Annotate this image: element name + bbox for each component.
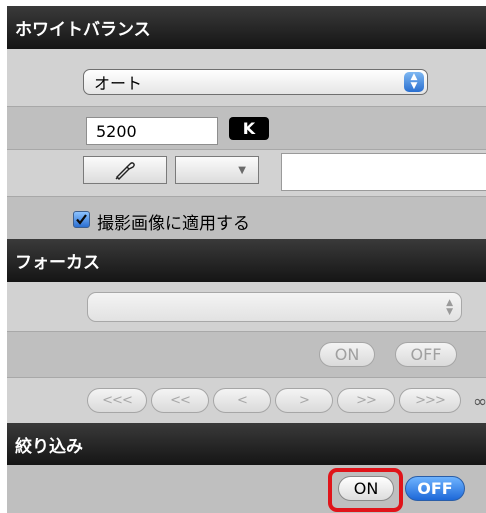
wb-mode-select[interactable]: オート ▲ ▼ — [83, 69, 428, 95]
kelvin-unit-label: K — [242, 119, 256, 138]
eyedropper-icon — [115, 162, 135, 180]
narrow-title: 絞り込み — [15, 436, 83, 457]
focus-off-button[interactable]: OFF — [395, 342, 457, 367]
focus-on-button[interactable]: ON — [319, 342, 375, 367]
focus-off-label: OFF — [410, 345, 442, 364]
kelvin-unit-badge: K — [229, 117, 269, 140]
wb-mode-value: オート — [94, 74, 143, 93]
select-stepper-icon: ▲ ▼ — [404, 72, 424, 92]
white-balance-title: ホワイトバランス — [15, 20, 151, 40]
apply-checkbox[interactable] — [73, 211, 90, 228]
infinity-icon: ∞ — [473, 392, 486, 412]
narrow-off-label: OFF — [417, 479, 453, 498]
apply-label: 撮影画像に適用する — [97, 214, 250, 234]
nav-label: >>> — [415, 393, 446, 408]
white-balance-header: ホワイトバランス — [7, 6, 486, 49]
eyedropper-button[interactable] — [83, 156, 167, 184]
focus-header: フォーカス — [7, 239, 486, 282]
wb-preset-dropdown[interactable]: ▼ — [175, 156, 259, 184]
kelvin-value: 5200 — [96, 121, 137, 141]
focus-nav-left-button[interactable]: < — [213, 388, 271, 413]
nav-label: >> — [356, 393, 377, 408]
nav-label: <<< — [102, 393, 133, 408]
focus-nav-far-left-button[interactable]: <<< — [87, 388, 147, 413]
nav-label: > — [299, 393, 310, 408]
nav-label: << — [170, 393, 191, 408]
narrow-off-button[interactable]: OFF — [405, 476, 465, 501]
nav-label: < — [237, 393, 248, 408]
focus-nav-mid-left-button[interactable]: << — [151, 388, 209, 413]
select-stepper-icon: ▲ ▼ — [446, 298, 453, 317]
dropdown-arrow-icon: ▼ — [238, 164, 246, 176]
checkmark-icon — [76, 214, 87, 225]
camera-settings-panel: ホワイトバランス オート ▲ ▼ 5200 K ▼ 撮影画像に適用する フォーカ… — [7, 6, 486, 513]
focus-nav-mid-right-button[interactable]: >> — [337, 388, 395, 413]
kelvin-input[interactable]: 5200 — [86, 117, 218, 145]
focus-select[interactable]: ▲ ▼ — [87, 292, 462, 322]
highlight-box — [328, 468, 403, 512]
focus-on-label: ON — [334, 345, 360, 364]
wb-text-field[interactable] — [281, 153, 486, 191]
focus-nav-right-button[interactable]: > — [275, 388, 333, 413]
focus-nav-far-right-button[interactable]: >>> — [399, 388, 461, 413]
narrow-header: 絞り込み — [7, 423, 486, 465]
focus-title: フォーカス — [15, 253, 100, 273]
